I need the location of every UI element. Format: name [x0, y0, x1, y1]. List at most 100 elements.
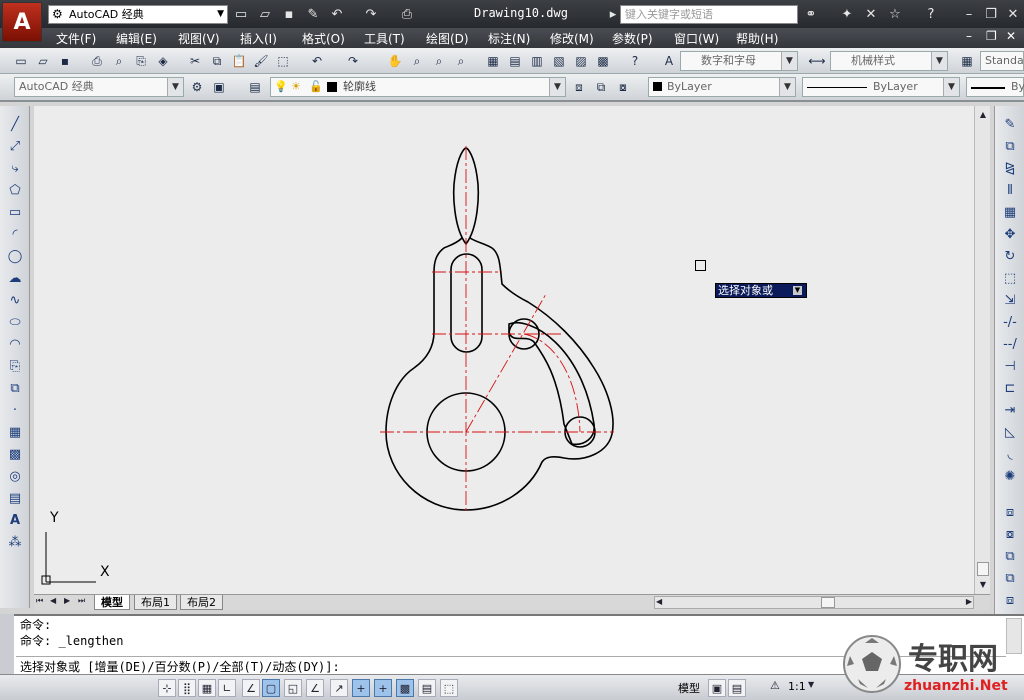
explode-icon[interactable]: ✺ [1000, 466, 1020, 486]
text-to-front-icon[interactable]: ⧈ [1000, 590, 1020, 610]
3d-dwf-icon[interactable]: ◈ [154, 52, 172, 70]
prev-tab-icon[interactable]: ◀ [50, 596, 56, 605]
menu-window[interactable]: 窗口(W) [674, 30, 719, 47]
scroll-up-icon[interactable]: ▲ [977, 108, 989, 120]
selection-cycling-icon[interactable]: ⬚ [440, 679, 458, 697]
gradient-icon[interactable]: ▩ [5, 444, 25, 464]
fillet-icon[interactable]: ◟ [1000, 444, 1020, 464]
scale-icon[interactable]: ⬚ [1000, 268, 1020, 288]
quick-view-drawings-icon[interactable]: ▤ [728, 679, 746, 697]
vertical-scroll-thumb[interactable] [977, 562, 989, 576]
move-icon[interactable]: ✥ [1000, 224, 1020, 244]
quick-properties-icon[interactable]: ▤ [418, 679, 436, 697]
lineweight-display-icon[interactable]: + [374, 679, 392, 697]
table-style-select[interactable]: Standa [980, 51, 1024, 71]
quick-view-layouts-icon[interactable]: ▣ [708, 679, 726, 697]
sheet-set-icon[interactable]: ▧ [550, 52, 568, 70]
scroll-left-icon[interactable]: ◀ [656, 597, 662, 606]
calculator-icon[interactable]: ▩ [594, 52, 612, 70]
print-icon[interactable]: ⎙ [88, 52, 106, 70]
menu-draw[interactable]: 绘图(D) [426, 30, 469, 47]
draw-order-front-icon[interactable]: ⧈ [1000, 502, 1020, 522]
publish-icon[interactable]: ⎘ [132, 52, 150, 70]
array-icon[interactable]: ▦ [1000, 202, 1020, 222]
save-as-icon[interactable]: ✎ [304, 5, 322, 23]
communication-icon[interactable]: ✕ [862, 5, 880, 23]
zoom-realtime-icon[interactable]: ⌕ [408, 52, 426, 70]
spline-icon[interactable]: ∿ [5, 290, 25, 310]
redo-toolbar-icon[interactable]: ↷ [344, 52, 362, 70]
restore-icon[interactable]: ❐ [982, 5, 1000, 23]
menu-insert[interactable]: 插入(I) [240, 30, 277, 47]
block-editor-icon[interactable]: ⬚ [274, 52, 292, 70]
circle-icon[interactable]: ◯ [5, 246, 25, 266]
text-style-icon[interactable]: A [660, 52, 678, 70]
my-workspace-icon[interactable]: ▣ [210, 78, 228, 96]
annotation-scale-icon[interactable]: ⚠ [770, 679, 780, 692]
first-tab-icon[interactable]: ⏮ [36, 596, 43, 606]
qnew-icon[interactable]: ▭ [12, 52, 30, 70]
bring-above-icon[interactable]: ⧉ [1000, 546, 1020, 566]
multiline-text-icon[interactable]: A [5, 510, 25, 530]
polar-tracking-icon[interactable]: ∠ [242, 679, 260, 697]
workspace-switcher[interactable]: ⚙ AutoCAD 经典 ▼ [48, 5, 228, 24]
menu-tools[interactable]: 工具(T) [364, 30, 405, 47]
tab-layout1[interactable]: 布局1 [134, 595, 177, 610]
workspace-settings-icon[interactable]: ⚙ [188, 78, 206, 96]
rectangle-icon[interactable]: ▭ [5, 202, 25, 222]
draw-order-back-icon[interactable]: ⧇ [1000, 524, 1020, 544]
binoculars-icon[interactable]: ⚭ [802, 5, 820, 23]
last-tab-icon[interactable]: ⏭ [78, 596, 85, 606]
erase-icon[interactable]: ✎ [1000, 114, 1020, 134]
menu-modify[interactable]: 修改(M) [550, 30, 594, 47]
color-select[interactable]: ByLayer ▼ [648, 77, 796, 97]
help-toolbar-icon[interactable]: ? [626, 52, 644, 70]
rotate-icon[interactable]: ↻ [1000, 246, 1020, 266]
markup-icon[interactable]: ▨ [572, 52, 590, 70]
construction-line-icon[interactable]: ⤢ [5, 136, 25, 156]
tab-layout2[interactable]: 布局2 [180, 595, 223, 610]
mirror-icon[interactable]: ⧎ [1000, 158, 1020, 178]
table-icon[interactable]: ▤ [5, 488, 25, 508]
ortho-mode-icon[interactable]: ∟ [218, 679, 236, 697]
menu-format[interactable]: 格式(O) [302, 30, 345, 47]
horizontal-scroll-thumb[interactable] [821, 597, 835, 608]
undo-icon[interactable]: ↶ [328, 5, 346, 23]
object-snap-icon[interactable]: ▢ [262, 679, 280, 697]
cut-icon[interactable]: ✂ [186, 52, 204, 70]
insert-block-icon[interactable]: ⎘ [5, 356, 25, 376]
grid-display-icon[interactable]: ▦ [198, 679, 216, 697]
line-icon[interactable]: ╱ [5, 114, 25, 134]
chamfer-icon[interactable]: ◺ [1000, 422, 1020, 442]
save-icon[interactable]: ▪ [280, 5, 298, 23]
snap-mode-icon[interactable]: ⣿ [178, 679, 196, 697]
next-tab-icon[interactable]: ▶ [64, 596, 70, 605]
model-space-label[interactable]: 模型 [678, 680, 700, 696]
ellipse-icon[interactable]: ⬭ [5, 312, 25, 332]
vertical-scrollbar[interactable]: ▲ ▼ [974, 106, 990, 594]
dim-style-icon[interactable]: ⟷ [808, 52, 826, 70]
linetype-select[interactable]: ByLayer ▼ [802, 77, 960, 97]
hatch-icon[interactable]: ▦ [5, 422, 25, 442]
break-at-point-icon[interactable]: ⊣ [1000, 356, 1020, 376]
menu-file[interactable]: 文件(F) [56, 30, 96, 47]
allow-dynamic-ucs-icon[interactable]: ↗ [330, 679, 348, 697]
copy-object-icon[interactable]: ⧉ [1000, 136, 1020, 156]
doc-minimize-icon[interactable]: – [966, 29, 972, 43]
point-icon[interactable]: · [5, 400, 25, 420]
layer-state-icon[interactable]: ⧇ [614, 78, 632, 96]
favorites-star-icon[interactable]: ☆ [886, 5, 904, 23]
stretch-icon[interactable]: ⇲ [1000, 290, 1020, 310]
open-icon[interactable]: ▱ [34, 52, 52, 70]
chevron-down-icon[interactable]: ▼ [793, 286, 802, 295]
ellipse-arc-icon[interactable]: ◠ [5, 334, 25, 354]
trim-icon[interactable]: -/- [1000, 312, 1020, 332]
menu-edit[interactable]: 编辑(E) [116, 30, 157, 47]
pan-icon[interactable]: ✋ [386, 52, 404, 70]
plot-icon[interactable]: ⎙ [398, 5, 416, 23]
object-snap-tracking-icon[interactable]: ∠ [306, 679, 324, 697]
make-block-icon[interactable]: ⧉ [5, 378, 25, 398]
minimize-icon[interactable]: – [960, 5, 978, 23]
menu-view[interactable]: 视图(V) [178, 30, 220, 47]
open-file-icon[interactable]: ▱ [256, 5, 274, 23]
